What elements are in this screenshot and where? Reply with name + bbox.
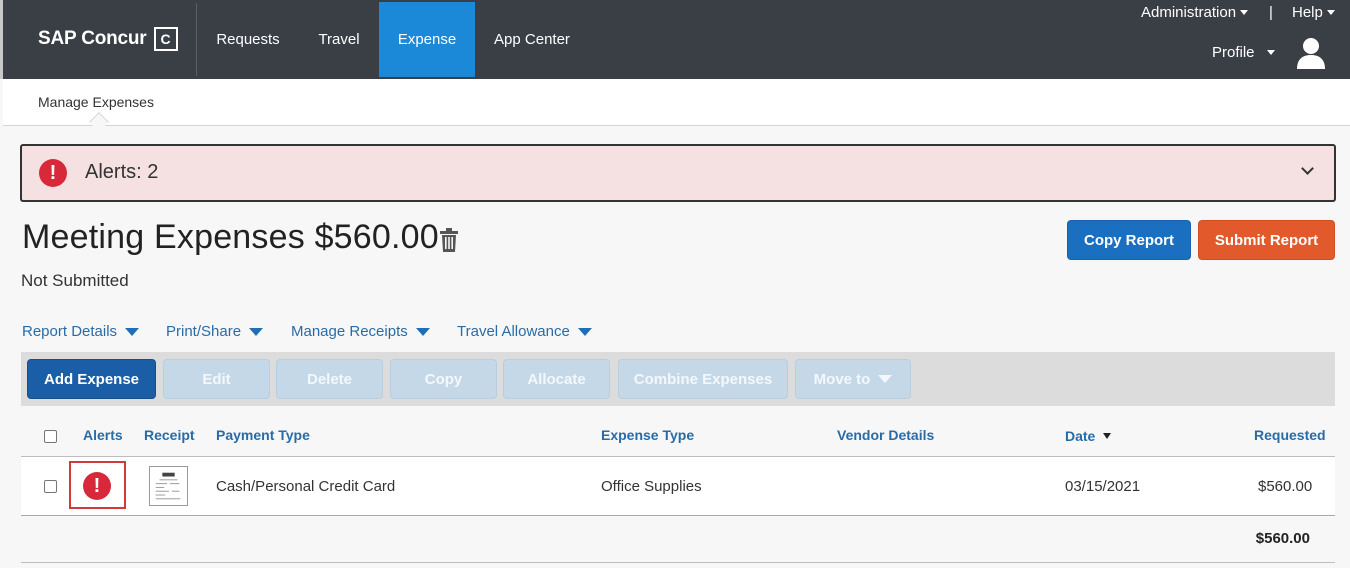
row-alert-highlight[interactable]: ! — [69, 461, 126, 509]
trash-icon[interactable] — [440, 228, 458, 252]
menu-label: Print/Share — [166, 323, 242, 340]
select-all-checkbox[interactable] — [44, 430, 57, 443]
move-to-label: Move to — [813, 370, 871, 388]
travel-allowance-menu[interactable]: Travel Allowance — [457, 323, 592, 340]
top-navigation-bar: SAP Concur C Requests Travel Expense App… — [0, 0, 1350, 79]
logo-text: SAP Concur — [38, 28, 147, 49]
report-details-menu[interactable]: Report Details — [22, 323, 140, 340]
alerts-count: Alerts: 2 — [85, 161, 159, 183]
caret-down-icon — [577, 327, 592, 336]
profile-menu[interactable]: Profile — [1212, 44, 1275, 61]
profile-label: Profile — [1212, 44, 1255, 61]
user-avatar-icon[interactable] — [1296, 36, 1326, 70]
administration-menu[interactable]: Administration — [1141, 4, 1249, 21]
row-checkbox[interactable] — [44, 480, 57, 493]
total-divider — [21, 562, 1335, 563]
sub-navigation: Manage Expenses — [3, 79, 1350, 132]
caret-down-icon — [1240, 10, 1249, 15]
date-header-label: Date — [1065, 428, 1096, 444]
exclamation-circle-icon: ! — [83, 472, 111, 500]
manage-receipts-menu[interactable]: Manage Receipts — [291, 323, 430, 340]
requested-amount-cell: $560.00 — [1258, 478, 1313, 495]
nav-separator: | — [1269, 4, 1273, 21]
column-header-receipt[interactable]: Receipt — [144, 427, 195, 443]
delete-button[interactable]: Delete — [276, 359, 383, 399]
nav-item-expense[interactable]: Expense — [379, 2, 475, 77]
nav-item-travel[interactable]: Travel — [300, 2, 378, 77]
date-cell: 03/15/2021 — [1065, 478, 1141, 495]
help-menu[interactable]: Help — [1292, 4, 1335, 21]
administration-label: Administration — [1141, 4, 1237, 21]
add-expense-button[interactable]: Add Expense — [27, 359, 156, 399]
column-header-date[interactable]: Date — [1065, 428, 1112, 444]
sort-descending-icon — [1103, 433, 1112, 439]
menu-label: Manage Receipts — [291, 323, 408, 340]
sap-concur-logo[interactable]: SAP Concur C — [38, 27, 178, 51]
caret-down-icon — [1266, 50, 1275, 55]
submit-report-button[interactable]: Submit Report — [1198, 220, 1335, 260]
copy-report-button[interactable]: Copy Report — [1067, 220, 1191, 260]
report-total: $560.00 — [1255, 530, 1310, 547]
alerts-banner[interactable]: ! Alerts: 2 — [20, 144, 1336, 202]
receipt-thumbnail-icon[interactable] — [149, 466, 188, 506]
caret-down-icon — [249, 327, 264, 336]
report-title: Meeting Expenses $560.00 — [22, 218, 439, 256]
column-header-requested[interactable]: Requested — [1254, 427, 1326, 443]
logo-mark: C — [153, 27, 178, 51]
caret-down-icon — [125, 327, 140, 336]
allocate-button[interactable]: Allocate — [503, 359, 610, 399]
exclamation-circle-icon: ! — [39, 159, 67, 187]
menu-label: Report Details — [22, 323, 118, 340]
column-header-expense-type[interactable]: Expense Type — [601, 427, 694, 443]
chevron-down-icon[interactable] — [1301, 162, 1314, 175]
caret-down-icon — [415, 327, 430, 336]
nav-item-requests[interactable]: Requests — [197, 2, 299, 77]
caret-down-icon — [878, 375, 893, 383]
print-share-menu[interactable]: Print/Share — [166, 323, 264, 340]
expense-toolbar: Add Expense Edit Delete Copy Allocate Co… — [21, 352, 1335, 406]
menu-label: Travel Allowance — [457, 323, 570, 340]
payment-type-cell: Cash/Personal Credit Card — [216, 478, 396, 495]
report-status: Not Submitted — [21, 271, 129, 290]
expense-type-cell: Office Supplies — [601, 478, 702, 495]
column-header-payment-type[interactable]: Payment Type — [216, 427, 310, 443]
caret-down-icon — [1326, 10, 1335, 15]
active-tab-pointer — [89, 112, 109, 132]
move-to-button[interactable]: Move to — [795, 359, 911, 399]
manage-expenses-tab[interactable]: Manage Expenses — [38, 94, 154, 110]
edit-button[interactable]: Edit — [163, 359, 270, 399]
column-header-alerts[interactable]: Alerts — [83, 427, 123, 443]
nav-item-app-center[interactable]: App Center — [476, 2, 588, 77]
copy-button[interactable]: Copy — [390, 359, 497, 399]
column-header-vendor-details[interactable]: Vendor Details — [837, 427, 934, 443]
total-row: $560.00 — [21, 516, 1335, 562]
combine-expenses-button[interactable]: Combine Expenses — [618, 359, 788, 399]
help-label: Help — [1292, 4, 1323, 21]
